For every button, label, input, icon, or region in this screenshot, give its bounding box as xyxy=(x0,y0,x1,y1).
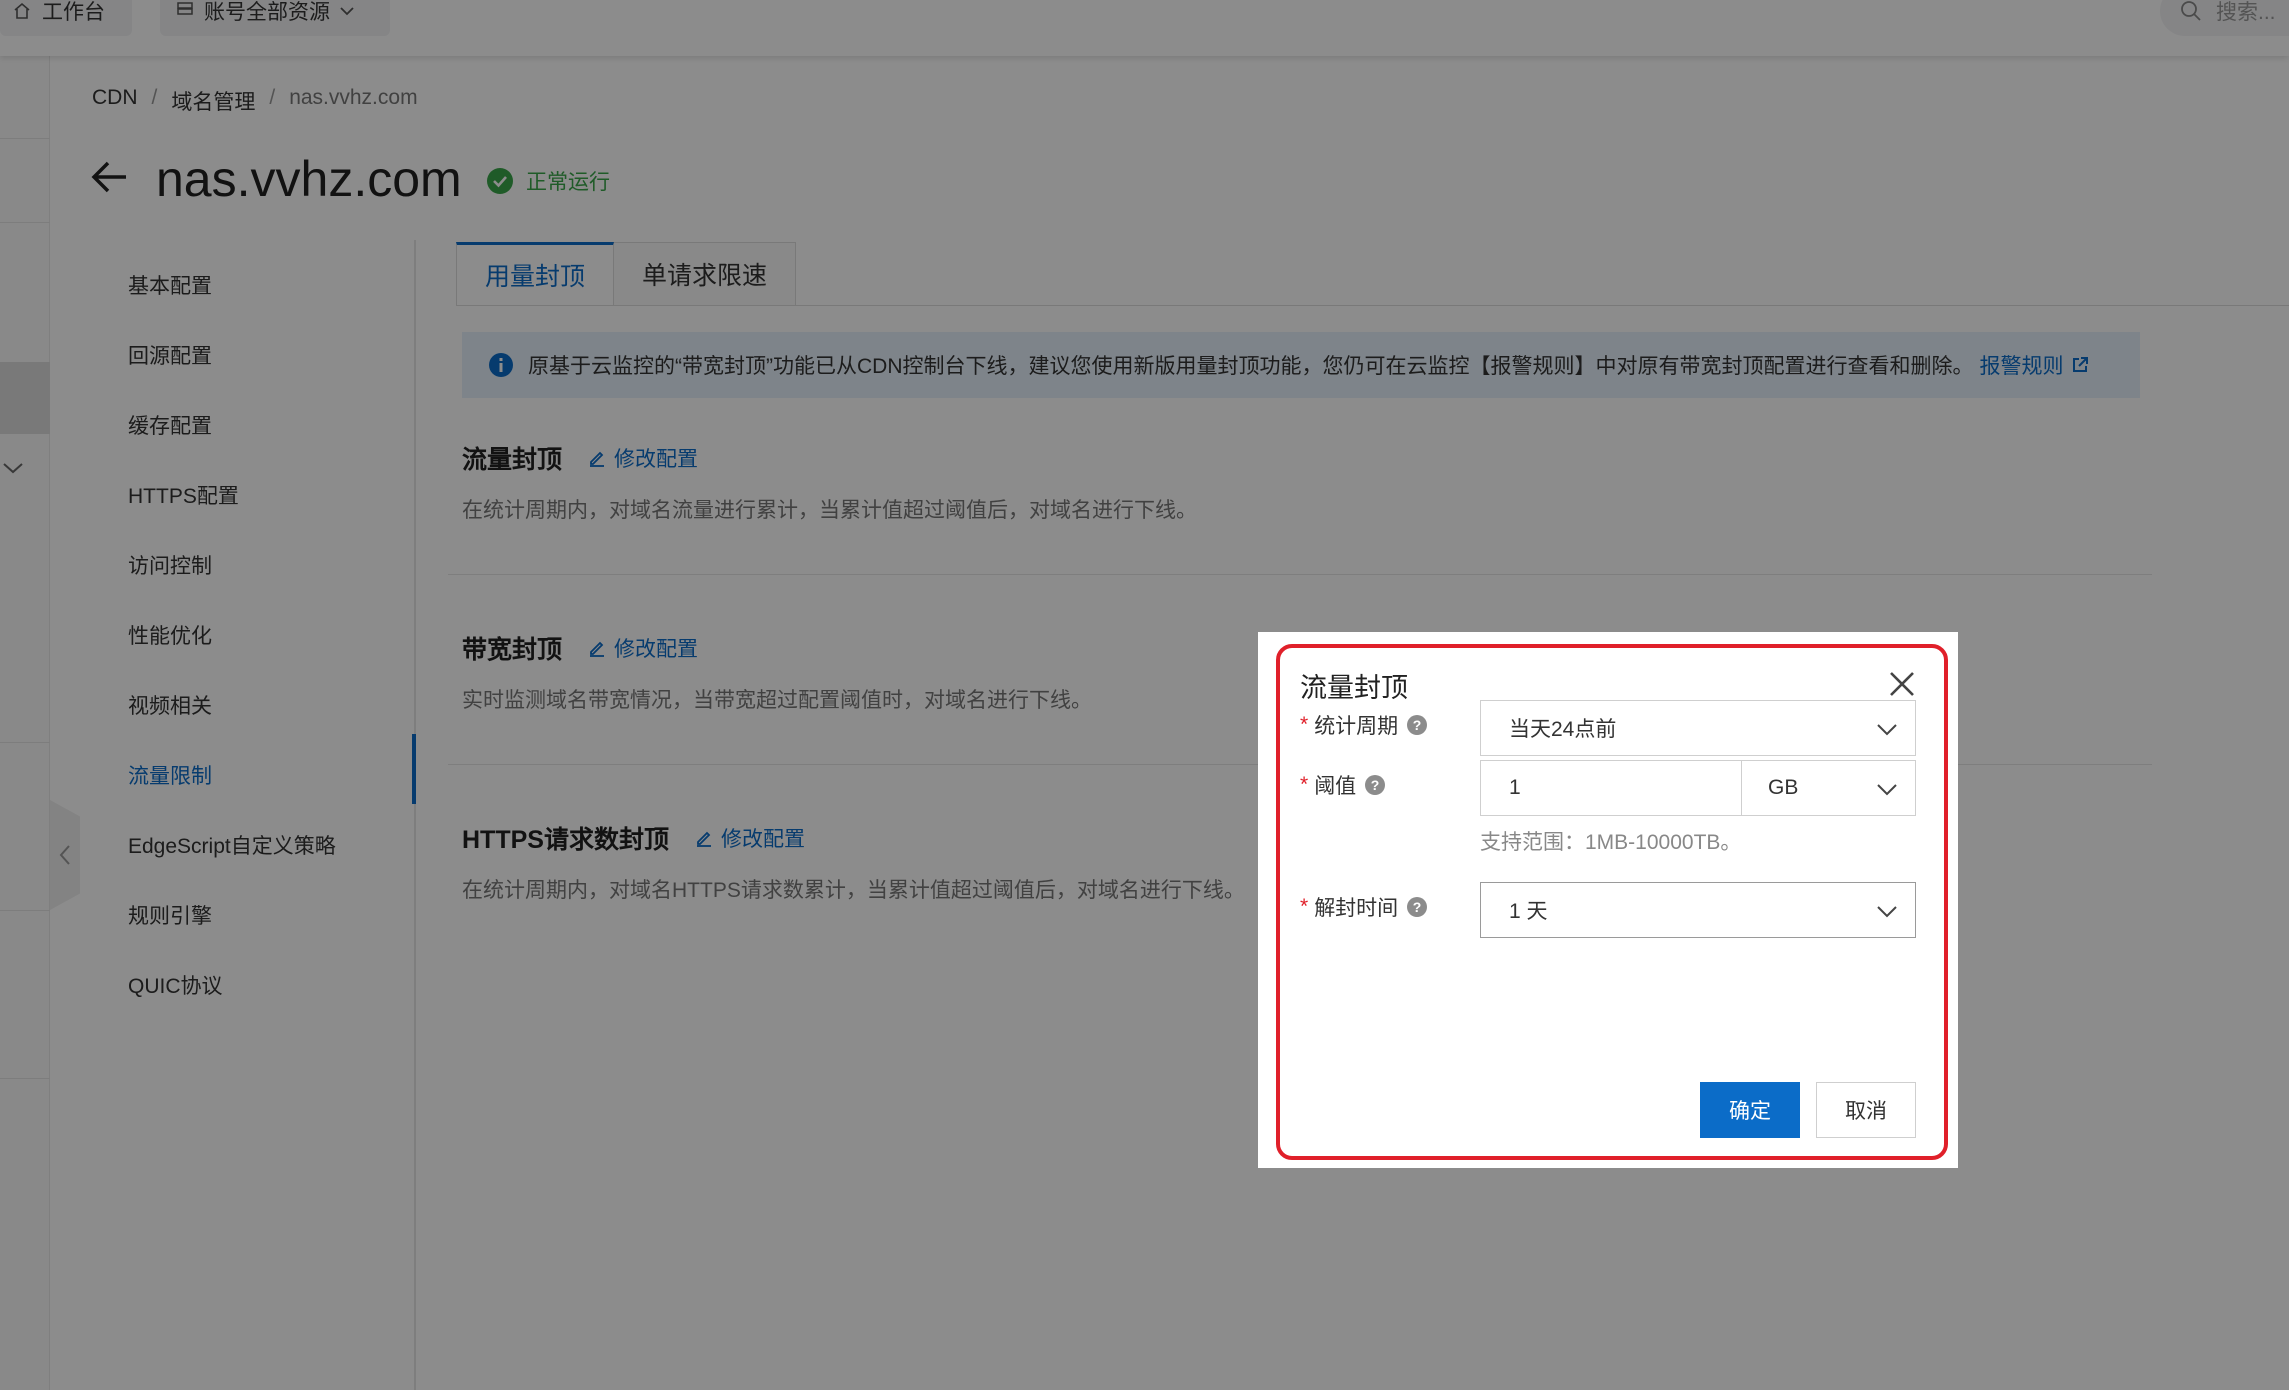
unblock-time-label: * 解封时间 ? xyxy=(1300,892,1428,922)
required-mark: * xyxy=(1300,713,1309,736)
period-label-text: 统计周期 xyxy=(1314,715,1399,738)
period-select[interactable]: 当天24点前 xyxy=(1480,700,1916,756)
help-icon[interactable]: ? xyxy=(1364,774,1386,796)
threshold-input-value: 1 xyxy=(1509,776,1521,799)
svg-text:?: ? xyxy=(1371,777,1380,793)
threshold-hint: 支持范围：1MB-10000TB。 xyxy=(1480,831,1742,854)
unblock-time-value: 1 天 xyxy=(1509,900,1548,923)
threshold-unit-value: GB xyxy=(1768,776,1799,799)
help-icon[interactable]: ? xyxy=(1406,896,1428,918)
svg-text:?: ? xyxy=(1413,899,1422,915)
period-label: * 统计周期 ? xyxy=(1300,710,1428,740)
threshold-input[interactable]: 1 xyxy=(1480,760,1742,816)
period-select-value: 当天24点前 xyxy=(1509,718,1617,741)
close-button[interactable] xyxy=(1884,666,1920,702)
threshold-unit-select[interactable]: GB xyxy=(1741,760,1916,816)
chevron-down-icon xyxy=(1877,784,1897,796)
chevron-down-icon xyxy=(1877,724,1897,736)
unblock-time-label-text: 解封时间 xyxy=(1314,897,1399,920)
cancel-button[interactable]: 取消 xyxy=(1816,1082,1916,1138)
confirm-button[interactable]: 确定 xyxy=(1700,1082,1800,1138)
help-icon[interactable]: ? xyxy=(1406,714,1428,736)
unblock-time-select[interactable]: 1 天 xyxy=(1480,882,1916,938)
traffic-cap-dialog: 流量封顶 * 统计周期 ? 当天24点前 * 阈值 ? 1 GB 支持范围：1M… xyxy=(1258,632,1958,1168)
dialog-title: 流量封顶 xyxy=(1300,673,1408,703)
required-mark: * xyxy=(1300,895,1309,918)
chevron-down-icon xyxy=(1877,906,1897,918)
svg-text:?: ? xyxy=(1413,717,1422,733)
required-mark: * xyxy=(1300,773,1309,796)
close-icon xyxy=(1890,672,1914,696)
threshold-label-text: 阈值 xyxy=(1314,775,1357,798)
threshold-label: * 阈值 ? xyxy=(1300,770,1386,800)
